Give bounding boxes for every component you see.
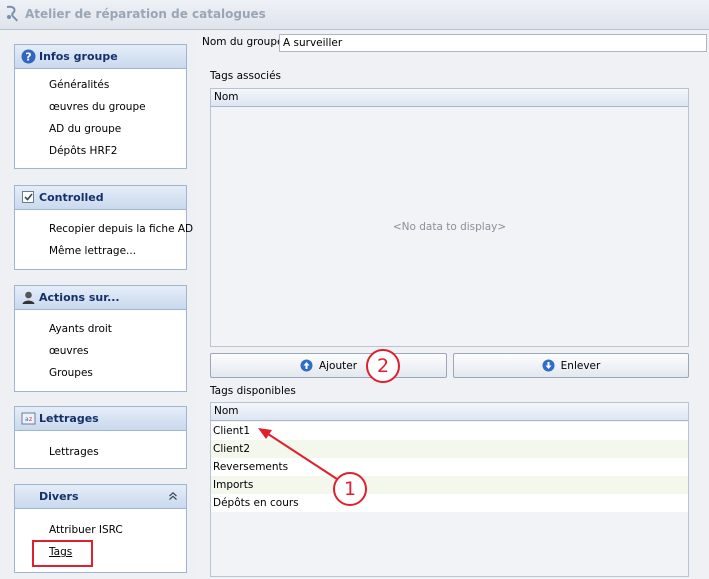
callout-1: 1 xyxy=(333,472,367,506)
column-header-nom: Nom xyxy=(214,91,239,103)
nav-item-oeuvres-du-groupe[interactable]: œuvres du groupe xyxy=(49,101,146,113)
window-title: Atelier de réparation de catalogues xyxy=(25,7,266,21)
nav-group-actions: Actions sur... Ayants droit œuvres Group… xyxy=(14,285,187,392)
nav-group-infos: ? Infos groupe Généralités œuvres du gro… xyxy=(14,44,187,169)
table-row[interactable]: Imports xyxy=(211,476,688,494)
nav-item-oeuvres[interactable]: œuvres xyxy=(49,345,89,357)
nav-group-header-infos[interactable]: ? Infos groupe xyxy=(15,45,186,69)
nav-item-groupes[interactable]: Groupes xyxy=(49,367,93,379)
group-name-label: Nom du groupe xyxy=(202,36,284,48)
nav-item-meme-lettrage[interactable]: Même lettrage... xyxy=(49,245,136,257)
nav-group-lettrages: a z Lettrages Lettrages xyxy=(14,406,187,469)
nav-group-controlled: Controlled Recopier depuis la fiche AD M… xyxy=(14,185,193,270)
person-icon xyxy=(22,291,35,304)
group-name-input[interactable] xyxy=(279,34,707,52)
help-icon: ? xyxy=(21,49,36,64)
nav-item-ayants-droit[interactable]: Ayants droit xyxy=(49,323,112,335)
nav-item-depots-hrf2[interactable]: Dépôts HRF2 xyxy=(49,145,117,157)
nav-group-title: Lettrages xyxy=(39,412,99,425)
lettrage-icon: a z xyxy=(21,412,36,425)
associated-tags-column-header[interactable]: Nom xyxy=(211,89,688,107)
nav-item-generalites[interactable]: Généralités xyxy=(49,79,109,91)
table-row[interactable]: Client1 xyxy=(211,422,688,440)
nav-group-header-actions[interactable]: Actions sur... xyxy=(15,286,186,310)
nav-group-header-divers[interactable]: Divers xyxy=(15,485,186,509)
chevron-up-icon[interactable] xyxy=(168,491,178,501)
nav-group-title: Infos groupe xyxy=(39,50,118,63)
svg-text:?: ? xyxy=(25,51,31,64)
nav-group-header-controlled[interactable]: Controlled xyxy=(15,186,186,210)
add-button-label: Ajouter xyxy=(318,359,358,372)
svg-text:z: z xyxy=(29,416,32,423)
checkbox-icon xyxy=(22,191,34,203)
associated-tags-grid[interactable]: Nom <No data to display> xyxy=(210,88,689,347)
nav-item-recopier[interactable]: Recopier depuis la fiche AD xyxy=(49,223,193,235)
nav-item-attribuer-isrc[interactable]: Attribuer ISRC xyxy=(49,524,123,536)
available-tags-grid[interactable]: Nom Client1 Client2 Reversements Imports… xyxy=(210,402,689,577)
available-tags-label: Tags disponibles xyxy=(210,385,296,397)
nav-group-title: Divers xyxy=(39,490,79,503)
app-logo-icon xyxy=(6,5,18,22)
callout-2: 2 xyxy=(366,349,400,383)
table-row[interactable]: Reversements xyxy=(211,458,688,476)
table-row[interactable]: Dépôts en cours xyxy=(211,494,688,512)
available-tags-column-header[interactable]: Nom xyxy=(211,403,688,421)
associated-tags-label: Tags associés xyxy=(210,70,282,82)
remove-button[interactable]: Enlever xyxy=(453,353,689,378)
add-button[interactable]: Ajouter xyxy=(210,353,447,378)
left-nav: ? Infos groupe Généralités œuvres du gro… xyxy=(0,31,196,579)
tags-highlight-box xyxy=(32,540,93,567)
arrow-up-icon xyxy=(300,359,313,372)
remove-button-label: Enlever xyxy=(560,359,601,372)
title-bar: Atelier de réparation de catalogues xyxy=(0,0,709,30)
nav-group-title: Controlled xyxy=(39,191,104,204)
arrow-down-icon xyxy=(542,359,555,372)
nav-item-ad-du-groupe[interactable]: AD du groupe xyxy=(49,123,121,135)
nav-item-lettrages[interactable]: Lettrages xyxy=(49,446,99,458)
column-header-nom: Nom xyxy=(214,405,239,417)
nav-group-title: Actions sur... xyxy=(39,291,120,304)
no-data-text: <No data to display> xyxy=(392,221,507,233)
nav-group-header-lettrages[interactable]: a z Lettrages xyxy=(15,407,186,431)
table-row[interactable]: Client2 xyxy=(211,440,688,458)
main-panel: Nom du groupe Tags associés Nom <No data… xyxy=(196,31,709,579)
